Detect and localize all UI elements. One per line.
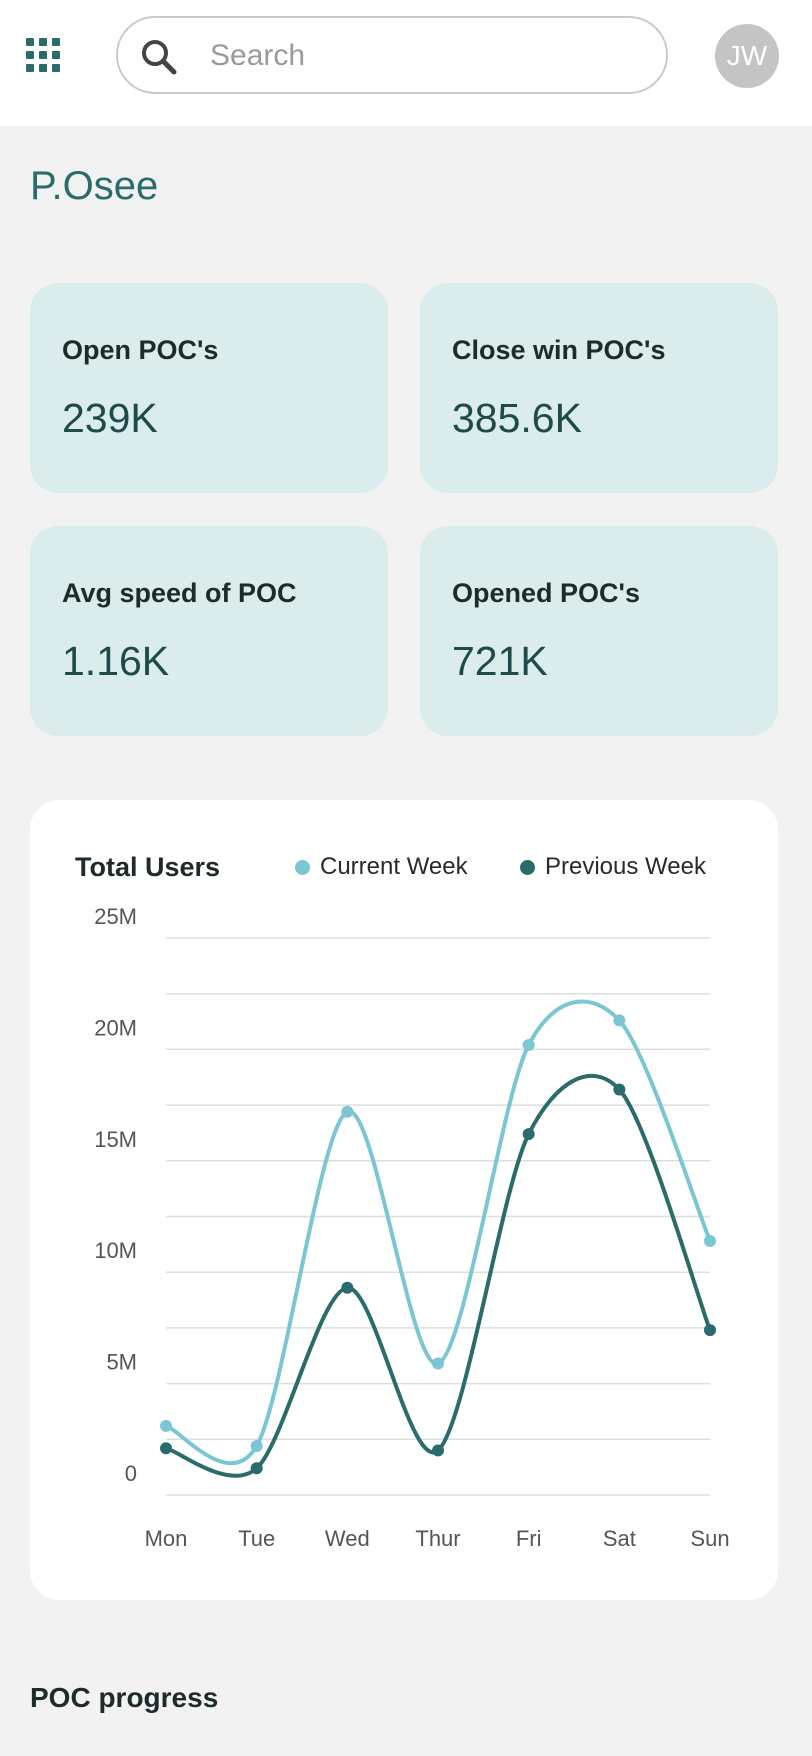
legend-dot-current-week bbox=[295, 859, 310, 875]
legend-dot-previous-week bbox=[520, 859, 535, 875]
data-point-previous-week bbox=[341, 1281, 354, 1294]
stat-card-open-pocs: Open POC's 239K bbox=[30, 283, 388, 493]
stat-label: Open POC's bbox=[62, 335, 219, 365]
x-tick-label: Mon bbox=[145, 1526, 188, 1551]
data-point-previous-week bbox=[432, 1444, 444, 1457]
x-tick-label: Wed bbox=[325, 1526, 370, 1551]
total-users-chart: 0 5M 10M 15M 20M 25M Mon Tue Wed Thur Fri Sat Sun bbox=[94, 904, 729, 1551]
series-line-current-week bbox=[164, 999, 712, 1465]
stat-value: 721K bbox=[452, 638, 548, 684]
stat-card-opened-pocs: Opened POC's 721K bbox=[420, 526, 778, 736]
x-tick-label: Fri bbox=[516, 1526, 542, 1551]
data-point-current-week bbox=[704, 1235, 716, 1248]
legend-previous-week: Previous Week bbox=[520, 853, 706, 881]
data-point-previous-week bbox=[613, 1083, 626, 1096]
stat-card-close-win-pocs: Close win POC's 385.6K bbox=[420, 283, 778, 493]
total-users-chart-card: 0 5M 10M 15M 20M 25M Mon Tue Wed Thur Fri Sat Sun To… bbox=[30, 800, 778, 1600]
chart-title: Total Users bbox=[75, 852, 221, 882]
x-tick-label: Tue bbox=[238, 1526, 275, 1551]
y-tick-label: 15M bbox=[94, 1127, 137, 1152]
stat-label: Close win POC's bbox=[452, 335, 666, 365]
stat-value: 1.16K bbox=[62, 638, 170, 684]
x-tick-label: Sun bbox=[690, 1526, 729, 1551]
stat-label: Avg speed of POC bbox=[62, 578, 297, 608]
y-tick-label: 20M bbox=[94, 1015, 137, 1040]
stat-card-avg-speed: Avg speed of POC 1.16K bbox=[30, 526, 388, 736]
data-point-current-week bbox=[613, 1014, 626, 1027]
y-tick-label: 5M bbox=[106, 1350, 137, 1375]
series-line-previous-week bbox=[164, 1073, 712, 1478]
data-point-current-week bbox=[432, 1357, 444, 1370]
data-point-previous-week bbox=[250, 1462, 263, 1475]
data-point-previous-week bbox=[160, 1442, 172, 1455]
data-point-current-week bbox=[522, 1038, 535, 1051]
data-point-previous-week bbox=[704, 1324, 716, 1337]
data-point-current-week bbox=[341, 1105, 354, 1118]
stat-value: 239K bbox=[62, 395, 158, 441]
x-tick-label: Thur bbox=[415, 1526, 460, 1551]
top-bar: JW bbox=[0, 0, 812, 126]
stat-value: 385.6K bbox=[452, 395, 582, 441]
legend-current-week: Current Week bbox=[295, 853, 468, 881]
y-tick-label: 10M bbox=[94, 1238, 137, 1263]
search-bar[interactable] bbox=[116, 16, 668, 94]
grid-menu-icon[interactable] bbox=[26, 38, 62, 72]
y-tick-label: 0 bbox=[125, 1461, 137, 1486]
page-title: P.Osee bbox=[30, 164, 159, 208]
data-point-previous-week bbox=[522, 1128, 535, 1141]
data-point-current-week bbox=[250, 1439, 263, 1452]
poc-progress-title: POC progress bbox=[30, 1682, 219, 1713]
search-input[interactable] bbox=[210, 36, 630, 76]
x-tick-label: Sat bbox=[603, 1526, 636, 1551]
data-point-current-week bbox=[160, 1419, 172, 1432]
search-icon bbox=[142, 40, 177, 75]
stat-label: Opened POC's bbox=[452, 578, 640, 608]
avatar[interactable]: JW bbox=[715, 24, 779, 88]
legend-label-current-week: Current Week bbox=[320, 853, 468, 880]
legend-label-previous-week: Previous Week bbox=[545, 853, 706, 880]
y-tick-label: 25M bbox=[94, 904, 137, 929]
